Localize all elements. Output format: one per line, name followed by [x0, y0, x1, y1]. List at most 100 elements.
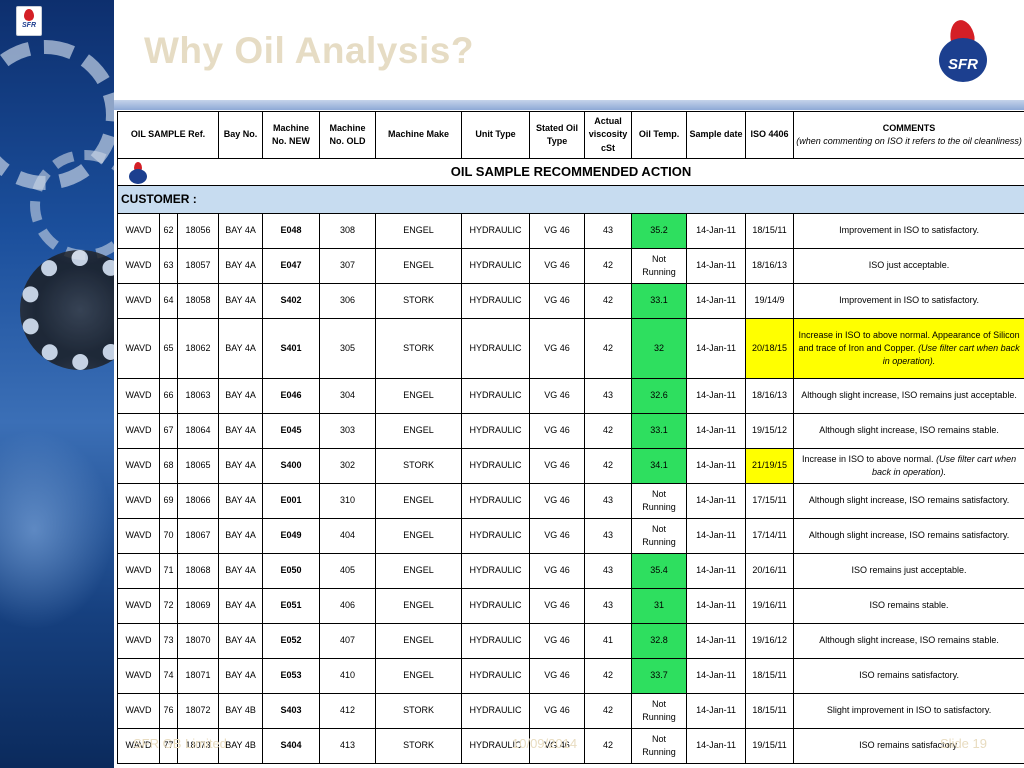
sample-date: 14-Jan-11 [686, 318, 747, 379]
header-machine-old: Machine No. OLD [319, 111, 377, 159]
oil-temp: Not Running [631, 248, 688, 284]
ref-code: 18067 [176, 518, 220, 554]
table-row: WAVD 66 18063 BAY 4A E046 304 ENGEL HYDRAULIC VG… [117, 378, 1024, 414]
unit-type: HYDRAULIC [461, 378, 531, 414]
oil-temp: Not Running [631, 693, 688, 729]
comment-text: Although slight increase, ISO remains ju… [801, 390, 1017, 401]
table-row: WAVD 65 18062 BAY 4A S401 305 STORK HYDRAULIC VG… [117, 318, 1024, 379]
ref-prefix: WAVD [117, 283, 160, 319]
machine-new: E053 [262, 658, 321, 694]
oil-temp: 35.2 [631, 213, 688, 249]
stated-oil: VG 46 [529, 318, 586, 379]
header-row: OIL SAMPLE Ref. Bay No. Machine No. NEW … [117, 111, 1024, 159]
table-row: WAVD 73 18070 BAY 4A E052 407 ENGEL HYDRAULIC VG… [117, 623, 1024, 659]
oil-temp: 32 [631, 318, 688, 379]
sfr-mini-logo-icon [128, 162, 148, 184]
comment-text: ISO remains stable. [869, 600, 949, 611]
sample-date: 14-Jan-11 [686, 728, 747, 764]
ref-number: 68 [159, 448, 178, 484]
machine-make: STORK [375, 448, 463, 484]
comment: Slight improvement in ISO to satisfactor… [793, 693, 1024, 729]
customer-label: CUSTOMER : [117, 185, 1024, 214]
viscosity: 42 [584, 413, 633, 449]
machine-old: 306 [319, 283, 377, 319]
comment-text: Slight improvement in ISO to satisfactor… [826, 705, 992, 716]
comment: ISO remains just acceptable. [793, 553, 1024, 589]
bay-number: BAY 4A [218, 623, 264, 659]
left-decorative-strip [0, 0, 114, 768]
table-row: WAVD 63 18057 BAY 4A E047 307 ENGEL HYDRAULIC VG… [117, 248, 1024, 284]
bay-number: BAY 4A [218, 318, 264, 379]
bay-number: BAY 4A [218, 213, 264, 249]
iso-code: 19/15/12 [745, 413, 795, 449]
iso-code: 20/18/15 [745, 318, 795, 379]
machine-new: S404 [262, 728, 321, 764]
viscosity: 43 [584, 378, 633, 414]
sample-date: 14-Jan-11 [686, 283, 747, 319]
unit-type: HYDRAULIC [461, 448, 531, 484]
comment: Although slight increase, ISO remains sa… [793, 483, 1024, 519]
machine-new: E047 [262, 248, 321, 284]
table-row: WAVD 72 18069 BAY 4A E051 406 ENGEL HYDRAULIC VG… [117, 588, 1024, 624]
viscosity: 41 [584, 623, 633, 659]
viscosity: 43 [584, 553, 633, 589]
iso-code: 19/15/11 [745, 728, 795, 764]
ref-code: 18065 [176, 448, 220, 484]
machine-new: S401 [262, 318, 321, 379]
stated-oil: VG 46 [529, 658, 586, 694]
table-row: WAVD 64 18058 BAY 4A S402 306 STORK HYDRAULIC VG… [117, 283, 1024, 319]
ref-prefix: WAVD [117, 413, 160, 449]
machine-old: 413 [319, 728, 377, 764]
stated-oil: VG 46 [529, 248, 586, 284]
iso-code: 18/15/11 [745, 658, 795, 694]
comment: ISO remains stable. [793, 588, 1024, 624]
ref-prefix: WAVD [117, 553, 160, 589]
slide-title: Why Oil Analysis? [144, 30, 474, 71]
machine-new: S403 [262, 693, 321, 729]
ref-prefix: WAVD [117, 518, 160, 554]
comment: Although slight increase, ISO remains st… [793, 623, 1024, 659]
machine-old: 307 [319, 248, 377, 284]
comment: Although slight increase, ISO remains ju… [793, 378, 1024, 414]
machine-new: S400 [262, 448, 321, 484]
ref-number: 70 [159, 518, 178, 554]
ref-code: 18056 [176, 213, 220, 249]
machine-make: ENGEL [375, 658, 463, 694]
comment-text: Although slight increase, ISO remains st… [819, 425, 999, 436]
header-bay: Bay No. [218, 111, 264, 159]
ref-prefix: WAVD [117, 623, 160, 659]
table-title-cell: OIL SAMPLE RECOMMENDED ACTION [117, 158, 1024, 186]
footer-slide-number: Slide 19 [940, 736, 987, 751]
unit-type: HYDRAULIC [461, 623, 531, 659]
ref-number: 73 [159, 623, 178, 659]
stated-oil: VG 46 [529, 448, 586, 484]
table-row: WAVD 74 18071 BAY 4A E053 410 ENGEL HYDRAULIC VG… [117, 658, 1024, 694]
stated-oil: VG 46 [529, 693, 586, 729]
comment: ISO remains satisfactory. [793, 728, 1024, 764]
ref-number: 64 [159, 283, 178, 319]
brand-logo-text: SFR [948, 55, 978, 73]
ref-number: 67 [159, 413, 178, 449]
iso-code: 19/16/11 [745, 588, 795, 624]
oil-temp: 33.1 [631, 283, 688, 319]
sample-date: 14-Jan-11 [686, 658, 747, 694]
oil-temp: 34.1 [631, 448, 688, 484]
oil-temp: 35.4 [631, 553, 688, 589]
iso-code: 20/16/11 [745, 553, 795, 589]
bay-number: BAY 4B [218, 693, 264, 729]
oil-temp: 32.6 [631, 378, 688, 414]
viscosity: 42 [584, 448, 633, 484]
ref-code: 18068 [176, 553, 220, 589]
table-row: WAVD 69 18066 BAY 4A E001 310 ENGEL HYDRAULIC VG… [117, 483, 1024, 519]
sample-date: 14-Jan-11 [686, 553, 747, 589]
bay-number: BAY 4A [218, 448, 264, 484]
viscosity: 42 [584, 658, 633, 694]
machine-old: 412 [319, 693, 377, 729]
machine-make: ENGEL [375, 483, 463, 519]
unit-type: HYDRAULIC [461, 553, 531, 589]
stated-oil: VG 46 [529, 623, 586, 659]
comment-text: Although slight increase, ISO remains sa… [808, 530, 1010, 541]
ref-number: 63 [159, 248, 178, 284]
ref-prefix: WAVD [117, 693, 160, 729]
machine-new: E051 [262, 588, 321, 624]
